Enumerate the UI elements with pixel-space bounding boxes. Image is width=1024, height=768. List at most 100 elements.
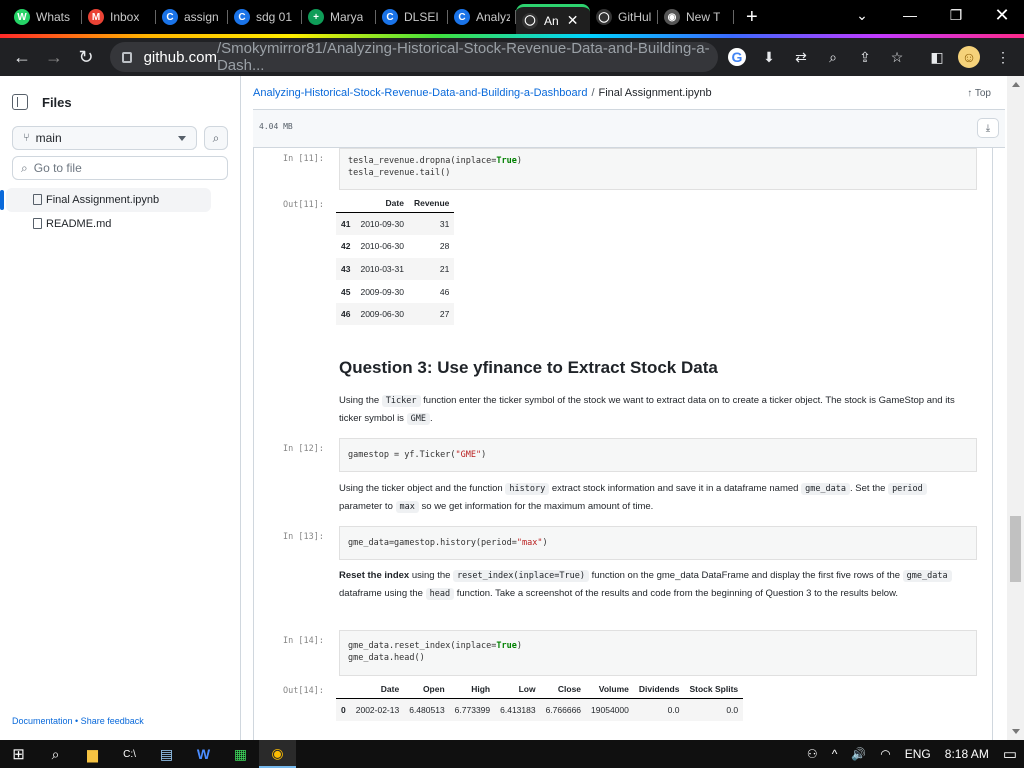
- file-item-readme[interactable]: README.md: [6, 212, 211, 236]
- table-row: 45 2009-09-30 46: [336, 280, 454, 303]
- side-panel-icon[interactable]: ◧: [926, 46, 948, 68]
- command-prompt-icon[interactable]: C:\: [111, 740, 148, 768]
- file-item-final-assignment[interactable]: Final Assignment.ipynb: [0, 188, 211, 212]
- github-icon: ◯: [522, 12, 538, 29]
- column-header: Date: [350, 680, 405, 699]
- goto-file-placeholder: Go to file: [33, 161, 82, 175]
- top-button[interactable]: ↑ Top: [967, 88, 991, 99]
- bookmark-star-icon[interactable]: ☆: [886, 46, 908, 68]
- word-icon[interactable]: W: [185, 740, 222, 768]
- table-cell: 6.413183: [500, 705, 536, 716]
- language-indicator[interactable]: ENG: [905, 747, 931, 761]
- goto-file-input[interactable]: ⌕ Go to file: [12, 156, 228, 180]
- address-bar[interactable]: github.com/Smokymirror81/Analyzing-Histo…: [110, 40, 718, 74]
- profile-avatar[interactable]: ☺: [958, 46, 980, 68]
- search-button[interactable]: ⌕: [204, 126, 228, 150]
- file-name: README.md: [46, 218, 112, 230]
- notepad-icon[interactable]: ▤: [148, 740, 185, 768]
- chrome-icon[interactable]: ◉: [259, 740, 296, 768]
- forward-icon[interactable]: →: [38, 41, 70, 73]
- tab-search-icon[interactable]: ⌄: [840, 0, 884, 30]
- menu-icon[interactable]: ⋮: [992, 46, 1014, 68]
- tab-inbox[interactable]: M Inbox: [82, 4, 156, 30]
- tab-githul[interactable]: ◯ GitHul: [590, 4, 658, 30]
- tab-new-t[interactable]: ◉ New T: [658, 4, 734, 30]
- collapse-panel-icon[interactable]: [12, 94, 28, 110]
- page-scrollbar[interactable]: [1007, 76, 1024, 740]
- output-prompt: Out[14]:: [283, 686, 324, 696]
- sidebar-footer-links[interactable]: Documentation • Share feedback: [12, 716, 144, 726]
- file-icon: [33, 194, 42, 205]
- tab-assign[interactable]: Cassign: [156, 4, 228, 30]
- tab-separator: [733, 10, 734, 24]
- volume-icon[interactable]: 🔊: [851, 747, 866, 761]
- people-icon[interactable]: ⚇: [807, 747, 818, 761]
- tray-chevron-up-icon[interactable]: ^: [832, 747, 838, 761]
- table-cell: 2010-06-30: [360, 241, 404, 252]
- tab-analyz[interactable]: C Analyz: [448, 4, 516, 30]
- spreadsheet-app-icon[interactable]: ▦: [222, 740, 259, 768]
- notebook-content: In [11]: tesla_revenue.dropna(inplace=Tr…: [253, 148, 993, 740]
- file-size: 4.04 MB: [259, 122, 293, 131]
- lock-icon: [122, 51, 132, 63]
- tab-label: GitHul: [618, 10, 652, 24]
- history-paragraph: Using the ticker object and the function…: [339, 480, 969, 516]
- tab-marya[interactable]: + Marya: [302, 4, 376, 30]
- column-header: Close: [540, 680, 587, 699]
- github-icon: ◯: [596, 9, 612, 25]
- table-cell: 2010-03-31: [360, 263, 404, 274]
- file-explorer-icon[interactable]: ▆: [74, 740, 111, 768]
- tab-whats[interactable]: W Whats: [8, 4, 82, 30]
- google-icon[interactable]: G: [728, 48, 746, 66]
- breadcrumb: Analyzing-Historical-Stock-Revenue-Data-…: [253, 76, 1005, 110]
- tab-label: DLSEI: [404, 10, 439, 24]
- gme-data-table: Date Open High Low Close Volume Dividends Stock…: [336, 680, 744, 722]
- question-3-heading: Question 3: Use yfinance to Extract Stoc…: [339, 358, 718, 377]
- windows-start-icon[interactable]: ⊞: [0, 740, 37, 768]
- share-icon[interactable]: ⇪: [854, 46, 876, 68]
- table-cell: 28: [439, 241, 450, 252]
- restore-icon[interactable]: ❐: [934, 0, 978, 30]
- files-title: Files: [42, 94, 72, 110]
- tab-sdg-01[interactable]: Csdg 01: [228, 4, 302, 30]
- reload-icon[interactable]: ↻: [70, 41, 102, 73]
- table-row: 43 2010-03-31 21: [336, 257, 455, 281]
- notification-icon[interactable]: ▭: [1003, 745, 1017, 763]
- branch-selector[interactable]: ⑂ main: [12, 126, 197, 150]
- tab-label: Whats: [36, 10, 71, 24]
- table-cell: 6.480513: [409, 705, 445, 716]
- wifi-icon[interactable]: ◠: [880, 747, 890, 761]
- close-window-icon[interactable]: ✕: [980, 0, 1024, 30]
- scroll-up-arrow-icon[interactable]: [1012, 82, 1020, 87]
- table-cell: 41: [341, 219, 351, 230]
- install-icon[interactable]: ⬇: [758, 46, 780, 68]
- minimize-icon[interactable]: —: [888, 0, 932, 30]
- chat-icon: C: [234, 9, 250, 25]
- tab-an[interactable]: ◯ An ✕: [516, 4, 590, 34]
- tab-label: assign: [184, 10, 219, 24]
- zoom-icon[interactable]: ⌕: [822, 46, 844, 68]
- table-cell: 45: [341, 286, 351, 297]
- search-icon: ⌕: [21, 160, 28, 175]
- windows-taskbar: ⊞ ⌕ ▆ C:\ ▤ W ▦ ◉ ⚇ ^ 🔊 ◠ ENG 8:18 AM ▭: [0, 740, 1024, 768]
- code-cell-11: tesla_revenue.dropna(inplace=True) tesla…: [339, 148, 977, 190]
- branch-name: main: [35, 131, 62, 145]
- search-icon[interactable]: ⌕: [37, 740, 74, 768]
- tab-dlsei[interactable]: C DLSEI: [376, 4, 448, 30]
- table-cell: 2002-02-13: [355, 705, 400, 716]
- back-icon[interactable]: ←: [6, 41, 38, 73]
- chat-icon: C: [454, 9, 470, 25]
- table-row: 0 2002-02-13 6.480513 6.773399 6.413183 6.766…: [336, 698, 744, 722]
- clock[interactable]: 8:18 AM: [945, 747, 989, 761]
- table-cell: 0.0: [667, 705, 680, 716]
- column-header: Volume: [586, 680, 634, 699]
- close-tab-icon[interactable]: ✕: [567, 12, 579, 29]
- breadcrumb-repo-link[interactable]: Analyzing-Historical-Stock-Revenue-Data-…: [253, 87, 587, 99]
- new-tab-button[interactable]: +: [746, 6, 758, 29]
- download-icon[interactable]: ⤓: [977, 118, 999, 138]
- scrollbar-thumb[interactable]: [1010, 516, 1021, 582]
- table-row: 41 2010-09-30 31: [336, 212, 455, 236]
- translate-icon[interactable]: ⇄: [790, 46, 812, 68]
- breadcrumb-file: Final Assignment.ipynb: [598, 86, 712, 99]
- scroll-down-arrow-icon[interactable]: [1012, 729, 1020, 734]
